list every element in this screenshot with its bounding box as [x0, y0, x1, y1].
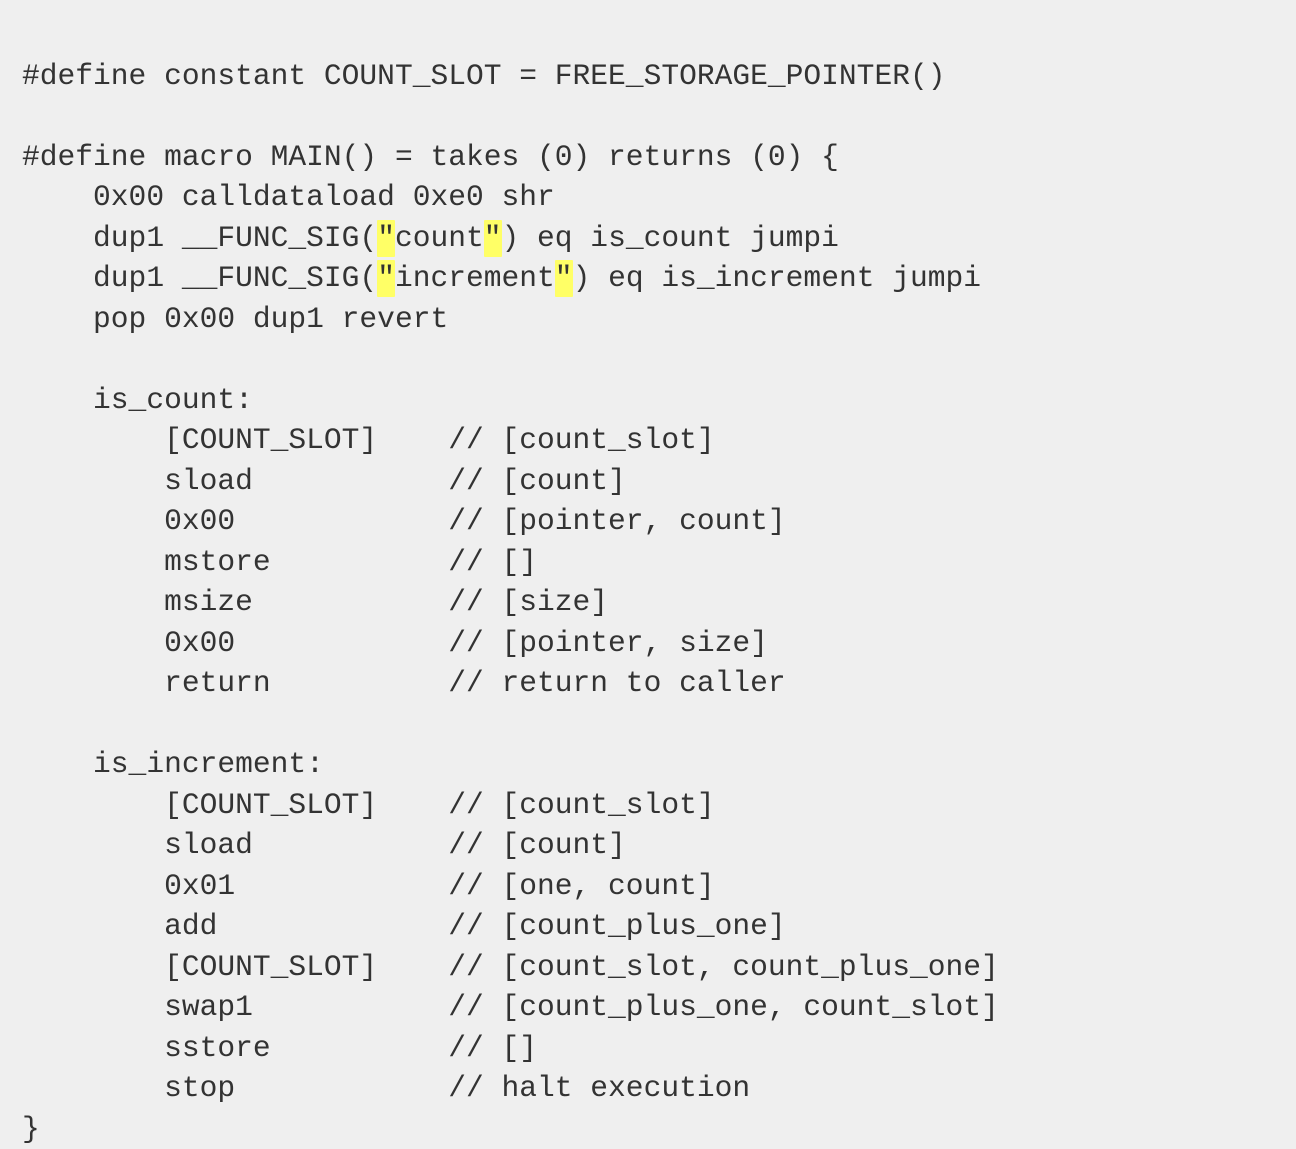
- code-text: #define macro MAIN() = takes (0) returns…: [22, 139, 839, 174]
- code-text: 0x00 calldataload 0xe0 shr: [22, 180, 555, 215]
- code-text: count: [394, 220, 484, 255]
- highlighted-quote: ": [377, 260, 395, 298]
- code-line: #define constant COUNT_SLOT = FREE_STORA…: [22, 56, 999, 97]
- code-line: stop // halt execution: [22, 1068, 999, 1109]
- code-text: increment: [394, 261, 555, 296]
- code-text: #define constant COUNT_SLOT = FREE_STORA…: [22, 58, 946, 93]
- code-line: #define macro MAIN() = takes (0) returns…: [22, 137, 999, 178]
- code-text: [COUNT_SLOT] // [count_slot, count_plus_…: [22, 949, 999, 984]
- code-text: 0x00 // [pointer, count]: [22, 504, 786, 539]
- highlighted-quote: ": [554, 260, 573, 298]
- code-line: [COUNT_SLOT] // [count_slot, count_plus_…: [22, 947, 999, 988]
- code-line: 0x00 // [pointer, size]: [22, 623, 999, 664]
- code-text: dup1 __FUNC_SIG(: [22, 261, 378, 296]
- code-line: }: [22, 1109, 999, 1149]
- code-line: swap1 // [count_plus_one, count_slot]: [22, 987, 999, 1028]
- code-text: ) eq is_increment jumpi: [572, 261, 982, 296]
- code-text: [COUNT_SLOT] // [count_slot]: [22, 423, 715, 458]
- code-line: return // return to caller: [22, 663, 999, 704]
- code-text: msize // [size]: [22, 585, 609, 620]
- code-text: pop 0x00 dup1 revert: [22, 301, 449, 336]
- code-line: is_increment:: [22, 744, 999, 785]
- code-text: sstore // []: [22, 1030, 538, 1065]
- code-line: 0x01 // [one, count]: [22, 866, 999, 907]
- code-line: mstore // []: [22, 542, 999, 583]
- code-line: dup1 __FUNC_SIG("count") eq is_count jum…: [22, 218, 999, 259]
- code-line: sstore // []: [22, 1028, 999, 1069]
- code-text: add // [count_plus_one]: [22, 909, 786, 944]
- code-line: pop 0x00 dup1 revert: [22, 299, 999, 340]
- highlighted-quote: ": [377, 219, 395, 257]
- code-line: sload // [count]: [22, 461, 999, 502]
- code-text: }: [22, 1111, 40, 1146]
- code-line: msize // [size]: [22, 582, 999, 623]
- code-text: dup1 __FUNC_SIG(: [22, 220, 378, 255]
- code-line: [COUNT_SLOT] // [count_slot]: [22, 420, 999, 461]
- code-listing[interactable]: #define constant COUNT_SLOT = FREE_STORA…: [22, 55, 999, 1149]
- code-line: sload // [count]: [22, 825, 999, 866]
- code-text: ) eq is_count jumpi: [501, 220, 839, 255]
- code-text: [COUNT_SLOT] // [count_slot]: [22, 787, 715, 822]
- code-text: stop // halt execution: [22, 1071, 751, 1106]
- code-text: sload // [count]: [22, 828, 626, 863]
- code-text: 0x01 // [one, count]: [22, 868, 715, 903]
- highlighted-quote: ": [483, 219, 502, 257]
- code-line: is_count:: [22, 380, 999, 421]
- code-text: 0x00 // [pointer, size]: [22, 625, 768, 660]
- code-text: return // return to caller: [22, 666, 786, 701]
- code-line: dup1 __FUNC_SIG("increment") eq is_incre…: [22, 258, 999, 299]
- code-text: is_count:: [22, 382, 253, 417]
- code-text: swap1 // [count_plus_one, count_slot]: [22, 990, 999, 1025]
- code-line: 0x00 // [pointer, count]: [22, 501, 999, 542]
- code-text: sload // [count]: [22, 463, 626, 498]
- code-text: is_increment:: [22, 747, 324, 782]
- code-line: add // [count_plus_one]: [22, 906, 999, 947]
- code-line: [COUNT_SLOT] // [count_slot]: [22, 785, 999, 826]
- code-line: 0x00 calldataload 0xe0 shr: [22, 177, 999, 218]
- code-text: mstore // []: [22, 544, 538, 579]
